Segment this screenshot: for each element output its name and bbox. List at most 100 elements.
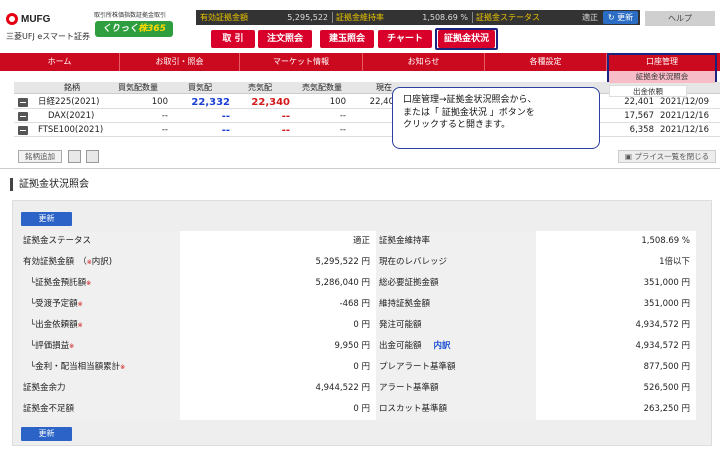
col-now: 現在 bbox=[376, 83, 392, 92]
submenu-withdrawal[interactable]: 出金依頼 bbox=[609, 85, 687, 97]
nav-news[interactable]: お知らせ bbox=[363, 53, 485, 71]
add-symbol-button[interactable]: 銘柄追加 bbox=[18, 150, 62, 163]
note-mark: ※ bbox=[120, 364, 126, 371]
iji-value: 1,508.69 % bbox=[422, 13, 468, 22]
brand-name: MUFG bbox=[21, 13, 51, 25]
row-label: プレアラート基準額 bbox=[376, 357, 536, 378]
submenu-margin-status[interactable]: 証拠金状況照会 bbox=[609, 71, 715, 83]
row-value: 351,000 円 bbox=[536, 294, 696, 315]
collapse-icon[interactable] bbox=[18, 98, 28, 107]
quote-row[interactable]: DAX(2021) -- -- -- -- 17,567 2021/12/16 bbox=[14, 110, 720, 123]
quote-name: DAX(2021) bbox=[48, 111, 95, 121]
callout-line: または「 証拠金状況 」ボタンを bbox=[403, 107, 535, 118]
table-row: 証拠金ステータス 適正 証拠金維持率 1,508.69 % bbox=[20, 231, 696, 252]
collapse-square-icon: ▣ bbox=[624, 152, 632, 161]
row-label: └金利・配当相当額累計※ bbox=[20, 357, 180, 378]
table-row: └出金依頼額※ 0 円 発注可能額 4,934,572 円 bbox=[20, 315, 696, 336]
note-mark: ※ bbox=[86, 280, 92, 287]
quote-date: 2021/12/16 bbox=[660, 125, 709, 135]
callout-line: クリックすると開きます。 bbox=[403, 120, 511, 130]
nav-settings[interactable]: 各種設定 bbox=[485, 53, 607, 71]
list-view-icon[interactable] bbox=[68, 150, 81, 163]
col-ask-qty: 売気配数量 bbox=[302, 83, 342, 92]
ask-qty: -- bbox=[339, 125, 346, 135]
row-label: 証拠金ステータス bbox=[20, 231, 180, 252]
quote-date: 2021/12/09 bbox=[660, 97, 709, 107]
table-row: └証拠金預託額※ 5,286,040 円 総必要証拠金額 351,000 円 bbox=[20, 273, 696, 294]
table-row: └評価損益※ 9,950 円 出金可能額 内訳 4,934,572 円 bbox=[20, 336, 696, 357]
row-value: 4,944,522 円 bbox=[180, 378, 376, 399]
row-label: 証拠金不足額 bbox=[20, 399, 180, 420]
row-value: 1倍以下 bbox=[536, 252, 696, 273]
update-button-top[interactable]: 更新 bbox=[21, 212, 72, 226]
row-value: 526,500 円 bbox=[536, 378, 696, 399]
last-price: 17,567 bbox=[624, 111, 654, 121]
title-bar-icon bbox=[10, 177, 13, 191]
nav-account[interactable]: 口座管理 bbox=[607, 53, 717, 71]
label-text: └金利・配当相当額累計 bbox=[30, 362, 121, 372]
label-text: 出金可能額 bbox=[379, 341, 422, 351]
refresh-label: 更新 bbox=[617, 13, 634, 22]
row-value: 4,934,572 円 bbox=[536, 315, 696, 336]
nav-home[interactable]: ホーム bbox=[0, 53, 120, 71]
note-mark: ※ bbox=[69, 343, 75, 350]
label-text: └証拠金預託額 bbox=[30, 278, 87, 288]
table-row: 証拠金余力 4,944,522 円 アラート基準額 526,500 円 bbox=[20, 378, 696, 399]
nav-trade-inquiry[interactable]: お取引・照会 bbox=[120, 53, 240, 71]
brand-subtitle: 三菱UFJ eスマート証券 bbox=[6, 32, 91, 41]
breakdown-link[interactable]: 内訳 bbox=[434, 341, 451, 351]
divider bbox=[472, 12, 473, 23]
quote-row[interactable]: 日経225(2021) 100 22,332 22,340 100 22,40 … bbox=[14, 96, 720, 109]
ask-price[interactable]: 22,340 bbox=[234, 96, 290, 109]
current-price: 22,40 bbox=[369, 97, 394, 107]
quote-name: 日経225(2021) bbox=[38, 97, 100, 107]
row-label: 発注可能額 bbox=[376, 315, 536, 336]
position-inquiry-button[interactable]: 建玉照会 bbox=[320, 30, 374, 48]
bid-price[interactable]: 22,332 bbox=[174, 96, 230, 109]
row-value: 877,500 円 bbox=[536, 357, 696, 378]
bid-qty: -- bbox=[161, 111, 168, 121]
kurikku-logo-b: 株365 bbox=[138, 24, 166, 34]
bid-price[interactable]: -- bbox=[174, 110, 230, 123]
update-button-bottom[interactable]: 更新 bbox=[21, 427, 72, 441]
ask-qty: 100 bbox=[329, 97, 346, 107]
col-bid-qty: 買気配数量 bbox=[118, 83, 158, 92]
refresh-button[interactable]: ↻ 更新 bbox=[603, 11, 638, 24]
table-row: 有効証拠金額 （※内訳) 5,295,522 円 現在のレバレッジ 1倍以下 bbox=[20, 252, 696, 273]
trade-button[interactable]: 取 引 bbox=[211, 30, 255, 48]
kurikku-caption: 取引所株価指数証拠金取引 bbox=[94, 12, 167, 19]
grid-view-icon[interactable] bbox=[86, 150, 99, 163]
collapse-icon[interactable] bbox=[18, 112, 28, 121]
instruction-callout: 口座管理→証拠金状況照会から、 または「 証拠金状況 」ボタンを クリックすると… bbox=[392, 87, 600, 149]
order-inquiry-button[interactable]: 注文照会 bbox=[258, 30, 312, 48]
ask-price[interactable]: -- bbox=[234, 110, 290, 123]
row-value: 0 円 bbox=[180, 357, 376, 378]
row-label: アラート基準額 bbox=[376, 378, 536, 399]
close-price-list-button[interactable]: ▣ プライス一覧を閉じる bbox=[618, 150, 716, 163]
quote-row[interactable]: FTSE100(2021) -- -- -- -- 6,358 2021/12/… bbox=[14, 124, 720, 137]
kurikku-logo[interactable]: くりっく株365 bbox=[95, 21, 173, 37]
row-label: 出金可能額 内訳 bbox=[376, 336, 536, 357]
mufg-logo-icon bbox=[6, 13, 18, 25]
collapse-icon[interactable] bbox=[18, 126, 28, 135]
bid-qty: 100 bbox=[151, 97, 168, 107]
nav-market-info[interactable]: マーケット情報 bbox=[240, 53, 363, 71]
row-label: └評価損益※ bbox=[20, 336, 180, 357]
table-row: 証拠金不足額 0 円 ロスカット基準額 263,250 円 bbox=[20, 399, 696, 420]
row-label: 総必要証拠金額 bbox=[376, 273, 536, 294]
note-mark: ※ bbox=[77, 322, 83, 329]
row-value: 1,508.69 % bbox=[536, 231, 696, 252]
row-label: 証拠金余力 bbox=[20, 378, 180, 399]
bid-price[interactable]: -- bbox=[174, 124, 230, 137]
label-suffix: 内訳) bbox=[91, 257, 113, 267]
refresh-icon: ↻ bbox=[607, 13, 615, 22]
help-button[interactable]: ヘルプ bbox=[645, 11, 715, 26]
row-value: 263,250 円 bbox=[536, 399, 696, 420]
row-value: 9,950 円 bbox=[180, 336, 376, 357]
row-value: 適正 bbox=[180, 231, 376, 252]
ask-price[interactable]: -- bbox=[234, 124, 290, 137]
chart-button[interactable]: チャート bbox=[378, 30, 432, 48]
margin-status-button[interactable]: 証拠金状況 bbox=[438, 30, 495, 48]
divider bbox=[332, 12, 333, 23]
row-label: └証拠金預託額※ bbox=[20, 273, 180, 294]
